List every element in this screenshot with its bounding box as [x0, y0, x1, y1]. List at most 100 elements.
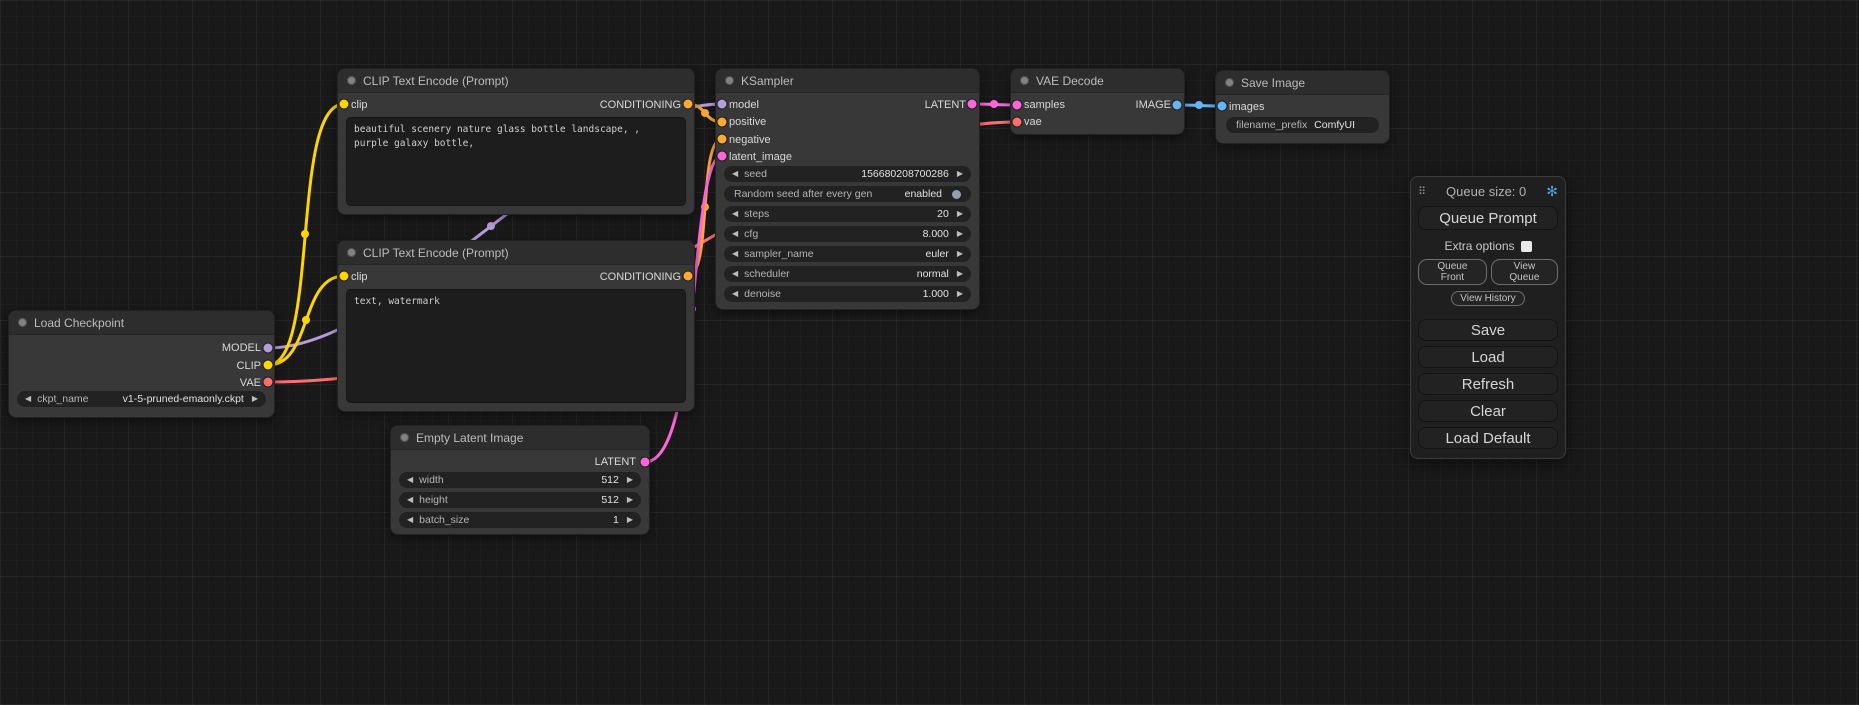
- arrow-left-icon[interactable]: ◀: [732, 230, 738, 238]
- arrow-right-icon[interactable]: ▶: [627, 516, 633, 524]
- node-save-image[interactable]: Save Image images filename_prefix ComfyU…: [1215, 70, 1390, 144]
- arrow-left-icon[interactable]: ◀: [732, 270, 738, 278]
- port-samples-input[interactable]: [1013, 101, 1022, 110]
- input-vae-label: vae: [1024, 114, 1042, 131]
- arrow-left-icon[interactable]: ◀: [732, 170, 738, 178]
- node-clip-negative-header[interactable]: CLIP Text Encode (Prompt): [338, 241, 694, 265]
- port-positive-input[interactable]: [718, 118, 727, 127]
- port-conditioning-output-negative[interactable]: [684, 272, 693, 281]
- widget-sampler-name[interactable]: ◀ sampler_name euler ▶: [724, 246, 971, 262]
- node-clip-text-encode-negative[interactable]: CLIP Text Encode (Prompt) clip CONDITION…: [337, 240, 695, 412]
- arrow-right-icon[interactable]: ▶: [627, 496, 633, 504]
- node-title: VAE Decode: [1036, 74, 1104, 88]
- widget-seed[interactable]: ◀ seed 156680208700286 ▶: [724, 166, 971, 182]
- widget-steps[interactable]: ◀ steps 20 ▶: [724, 206, 971, 222]
- extra-options-row: Extra options: [1418, 239, 1558, 253]
- toggle-dot-icon[interactable]: [952, 190, 961, 199]
- collapse-dot-icon[interactable]: [1020, 76, 1029, 85]
- arrow-right-icon[interactable]: ▶: [957, 230, 963, 238]
- port-clip-input-positive[interactable]: [340, 100, 349, 109]
- widget-height[interactable]: ◀ height 512 ▶: [399, 492, 641, 508]
- port-vae-output[interactable]: [264, 378, 273, 387]
- collapse-dot-icon[interactable]: [347, 248, 356, 257]
- widget-value: 1.000: [923, 288, 949, 300]
- arrow-left-icon[interactable]: ◀: [407, 516, 413, 524]
- drag-handle-icon[interactable]: ⠿: [1418, 185, 1426, 198]
- node-clip-positive-header[interactable]: CLIP Text Encode (Prompt): [338, 69, 694, 93]
- node-save-image-header[interactable]: Save Image: [1216, 71, 1389, 95]
- collapse-dot-icon[interactable]: [1225, 78, 1234, 87]
- arrow-left-icon[interactable]: ◀: [407, 476, 413, 484]
- widget-name: ckpt_name: [37, 393, 88, 405]
- widget-random-seed-toggle[interactable]: Random seed after every gen enabled: [724, 186, 971, 202]
- port-latent-output-empty-latent[interactable]: [641, 458, 650, 467]
- arrow-left-icon[interactable]: ◀: [732, 290, 738, 298]
- arrow-right-icon[interactable]: ▶: [957, 250, 963, 258]
- node-load-checkpoint[interactable]: Load Checkpoint MODEL CLIP VAE ◀ ckpt_na…: [8, 310, 275, 418]
- queue-front-button[interactable]: Queue Front: [1418, 259, 1487, 285]
- node-empty-latent-header[interactable]: Empty Latent Image: [391, 426, 649, 450]
- widget-cfg[interactable]: ◀ cfg 8.000 ▶: [724, 226, 971, 242]
- node-vae-decode[interactable]: VAE Decode samples IMAGE vae: [1010, 68, 1185, 135]
- arrow-right-icon[interactable]: ▶: [957, 210, 963, 218]
- collapse-dot-icon[interactable]: [347, 76, 356, 85]
- port-negative-input[interactable]: [718, 135, 727, 144]
- arrow-right-icon[interactable]: ▶: [957, 170, 963, 178]
- arrow-left-icon[interactable]: ◀: [732, 250, 738, 258]
- port-vae-input[interactable]: [1013, 118, 1022, 127]
- extra-options-checkbox[interactable]: [1521, 241, 1532, 252]
- node-title: CLIP Text Encode (Prompt): [363, 246, 509, 260]
- load-default-button[interactable]: Load Default: [1418, 427, 1558, 449]
- node-vae-decode-header[interactable]: VAE Decode: [1011, 69, 1184, 93]
- widget-ckpt-name[interactable]: ◀ ckpt_name v1-5-pruned-emaonly.ckpt ▶: [17, 391, 266, 407]
- widget-value: 20: [937, 208, 949, 220]
- save-button[interactable]: Save: [1418, 319, 1558, 341]
- port-clip-output[interactable]: [264, 361, 273, 370]
- collapse-dot-icon[interactable]: [400, 433, 409, 442]
- widget-filename-prefix[interactable]: filename_prefix ComfyUI: [1226, 117, 1379, 133]
- arrow-right-icon[interactable]: ▶: [957, 270, 963, 278]
- widget-scheduler[interactable]: ◀ scheduler normal ▶: [724, 266, 971, 282]
- node-load-checkpoint-header[interactable]: Load Checkpoint: [9, 311, 274, 335]
- port-conditioning-output-positive[interactable]: [684, 100, 693, 109]
- clear-button[interactable]: Clear: [1418, 400, 1558, 422]
- port-model-output[interactable]: [264, 344, 273, 353]
- collapse-dot-icon[interactable]: [18, 318, 27, 327]
- arrow-right-icon[interactable]: ▶: [627, 476, 633, 484]
- port-latent-output-ksampler[interactable]: [968, 100, 977, 109]
- arrow-right-icon[interactable]: ▶: [252, 395, 258, 403]
- input-clip-label: clip: [351, 269, 368, 285]
- negative-prompt-textarea[interactable]: text, watermark: [346, 289, 686, 403]
- gear-icon[interactable]: ✻: [1546, 183, 1558, 200]
- output-image-label: IMAGE: [1136, 97, 1171, 114]
- load-button[interactable]: Load: [1418, 346, 1558, 368]
- collapse-dot-icon[interactable]: [725, 76, 734, 85]
- refresh-button[interactable]: Refresh: [1418, 373, 1558, 395]
- view-history-button[interactable]: View History: [1451, 291, 1524, 306]
- widget-width[interactable]: ◀ width 512 ▶: [399, 472, 641, 488]
- port-latent-image-input[interactable]: [718, 152, 727, 161]
- arrow-left-icon[interactable]: ◀: [732, 210, 738, 218]
- queue-size-label: Queue size: 0: [1426, 184, 1546, 199]
- port-model-input[interactable]: [718, 100, 727, 109]
- node-ksampler-header[interactable]: KSampler: [716, 69, 979, 93]
- widget-value: ComfyUI: [1314, 119, 1355, 131]
- arrow-left-icon[interactable]: ◀: [407, 496, 413, 504]
- widget-denoise[interactable]: ◀ denoise 1.000 ▶: [724, 286, 971, 302]
- widget-name: seed: [744, 168, 767, 180]
- node-clip-text-encode-positive[interactable]: CLIP Text Encode (Prompt) clip CONDITION…: [337, 68, 695, 215]
- queue-prompt-button[interactable]: Queue Prompt: [1418, 206, 1558, 230]
- view-queue-button[interactable]: View Queue: [1491, 259, 1558, 285]
- widget-name: scheduler: [744, 268, 790, 280]
- node-title: Load Checkpoint: [34, 316, 124, 330]
- port-image-output[interactable]: [1173, 101, 1182, 110]
- port-images-input[interactable]: [1218, 102, 1227, 111]
- node-empty-latent-image[interactable]: Empty Latent Image LATENT ◀ width 512 ▶ …: [390, 425, 650, 535]
- input-samples-label: samples: [1024, 97, 1065, 114]
- node-ksampler[interactable]: KSampler model positive negative latent_…: [715, 68, 980, 310]
- port-clip-input-negative[interactable]: [340, 272, 349, 281]
- arrow-right-icon[interactable]: ▶: [957, 290, 963, 298]
- widget-batch-size[interactable]: ◀ batch_size 1 ▶: [399, 512, 641, 528]
- arrow-left-icon[interactable]: ◀: [25, 395, 31, 403]
- positive-prompt-textarea[interactable]: beautiful scenery nature glass bottle la…: [346, 117, 686, 206]
